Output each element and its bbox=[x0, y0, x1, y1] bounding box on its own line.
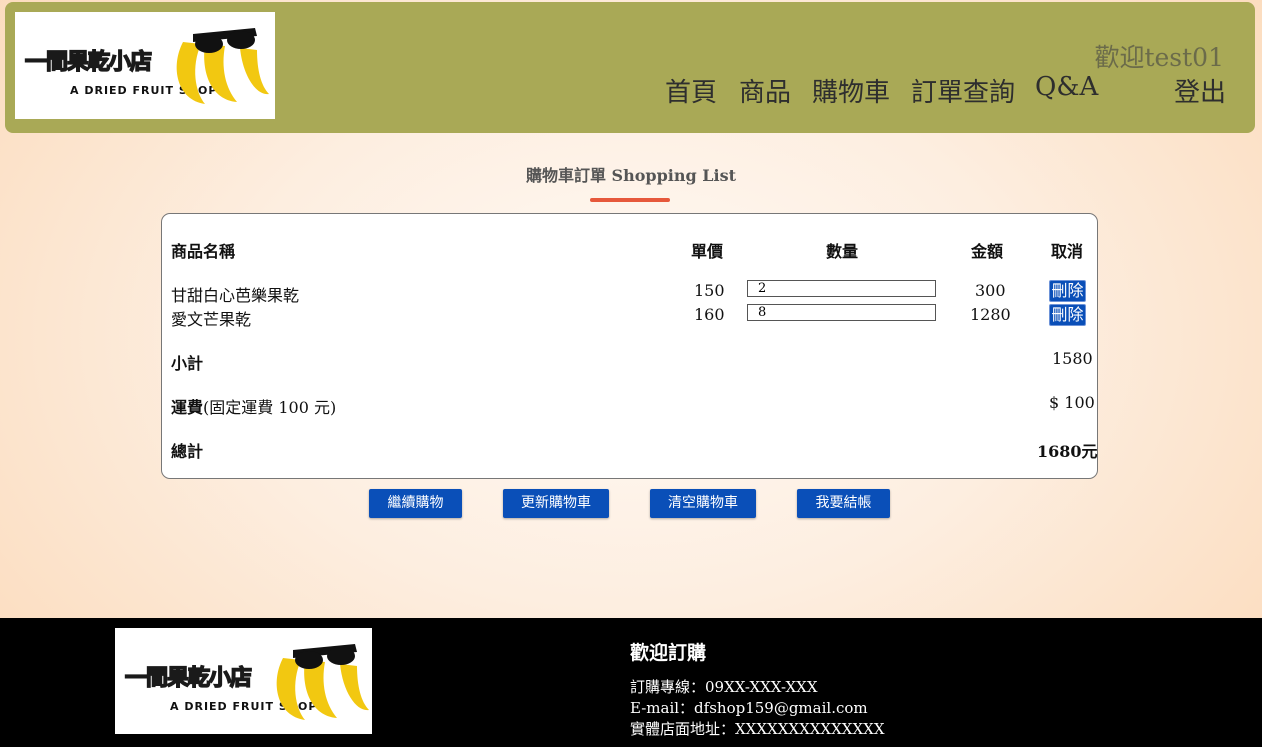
page-title: 購物車訂單 Shopping List bbox=[525, 166, 736, 185]
quantity-input[interactable] bbox=[747, 280, 936, 297]
subtotal-value: 1580 bbox=[1052, 349, 1093, 368]
footer-phone: 訂購專線：09XX-XXX-XXX bbox=[630, 678, 818, 696]
title-underline bbox=[590, 198, 670, 202]
footer-email: E-mail：dfshop159@gmail.com bbox=[630, 699, 868, 717]
logo-title: 一間果乾小店 bbox=[124, 665, 253, 692]
item-name: 愛文芒果乾 bbox=[171, 310, 252, 329]
site-header: 一間果乾小店 A DRIED FRUIT SHOP 歡迎test01 首頁 商品… bbox=[5, 2, 1255, 133]
shipping-value: $ 100 bbox=[1049, 393, 1095, 412]
delete-button[interactable]: 刪除 bbox=[1049, 280, 1086, 302]
banana-sunglasses-icon bbox=[276, 644, 369, 720]
subtotal-label: 小計 bbox=[171, 354, 204, 373]
footer-heading: 歡迎訂購 bbox=[630, 642, 707, 664]
footer-address: 實體店面地址：XXXXXXXXXXXXXX bbox=[630, 720, 885, 738]
col-header-qty: 數量 bbox=[826, 242, 859, 261]
total-label: 總計 bbox=[171, 442, 204, 461]
update-cart-button[interactable]: 更新購物車 bbox=[503, 489, 609, 518]
col-header-cancel: 取消 bbox=[1051, 242, 1084, 261]
nav-home[interactable]: 首頁 bbox=[665, 72, 717, 109]
shop-logo[interactable]: 一間果乾小店 A DRIED FRUIT SHOP bbox=[15, 12, 275, 119]
shipping-label: 運費 bbox=[171, 398, 204, 417]
col-header-amount: 金額 bbox=[971, 242, 1004, 261]
footer-logo: 一間果乾小店 A DRIED FRUIT SHOP bbox=[115, 628, 372, 734]
logo-title: 一間果乾小店 bbox=[24, 49, 153, 76]
item-amount: 300 bbox=[975, 281, 1006, 300]
clear-cart-button[interactable]: 清空購物車 bbox=[650, 489, 756, 518]
nav-logout[interactable]: 登出 bbox=[1174, 72, 1226, 109]
checkout-button[interactable]: 我要結帳 bbox=[797, 489, 890, 518]
continue-shopping-button[interactable]: 繼續購物 bbox=[369, 489, 462, 518]
item-amount: 1280 bbox=[970, 305, 1011, 324]
total-value: 1680元 bbox=[1037, 442, 1098, 461]
quantity-input[interactable] bbox=[747, 304, 936, 321]
col-header-name: 商品名稱 bbox=[171, 242, 236, 261]
nav-order-query[interactable]: 訂單查詢 bbox=[911, 72, 1015, 109]
item-price: 160 bbox=[694, 305, 725, 324]
shipping-note: (固定運費 100 元) bbox=[203, 398, 337, 417]
nav-cart[interactable]: 購物車 bbox=[812, 72, 890, 109]
item-price: 150 bbox=[694, 281, 725, 300]
col-header-price: 單價 bbox=[691, 242, 724, 261]
banana-sunglasses-icon bbox=[176, 28, 269, 104]
nav-products[interactable]: 商品 bbox=[739, 72, 791, 109]
delete-button[interactable]: 刪除 bbox=[1049, 304, 1086, 326]
shipping-row: 運費(固定運費 100 元) bbox=[171, 394, 336, 418]
welcome-text: 歡迎test01 bbox=[1094, 43, 1224, 72]
nav-qa[interactable]: Q&A bbox=[1035, 72, 1098, 102]
cart-table: 商品名稱 單價 數量 金額 取消 甘甜白心芭樂果乾 150 300 刪除 愛文芒… bbox=[161, 213, 1098, 479]
item-name: 甘甜白心芭樂果乾 bbox=[171, 286, 300, 305]
